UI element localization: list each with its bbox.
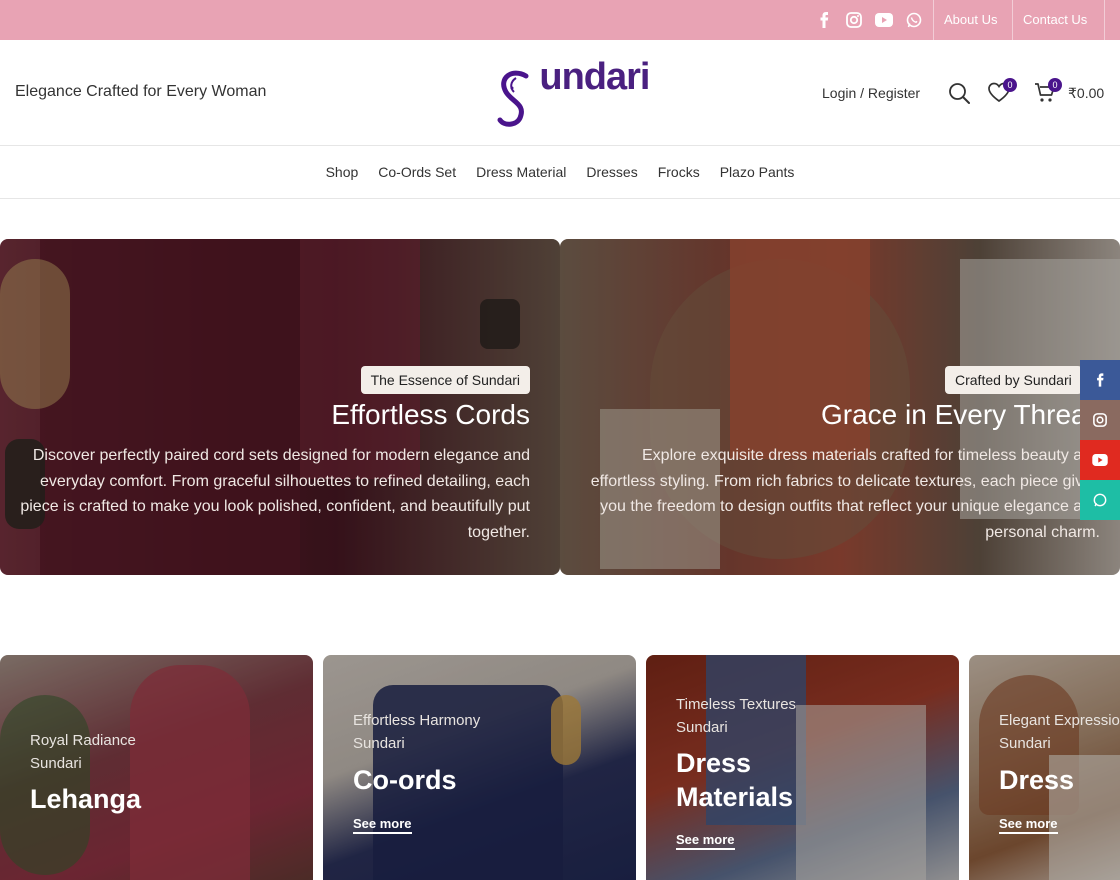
card-title: Dress — [999, 765, 1075, 795]
float-whatsapp-icon[interactable] — [1080, 480, 1120, 520]
youtube-icon[interactable] — [874, 10, 894, 30]
float-facebook-icon[interactable] — [1080, 360, 1120, 400]
login-register-link[interactable]: Login / Register — [822, 40, 920, 146]
banner-title: Grace in Every Thread — [821, 399, 1103, 430]
banner-description: Discover perfectly paired cord sets desi… — [20, 447, 530, 541]
float-instagram-icon[interactable] — [1080, 400, 1120, 440]
banner-tag: The Essence of Sundari — [360, 366, 530, 394]
category-card-dress-materials[interactable]: Timeless Textures Sundari Dress Material… — [646, 655, 959, 880]
cart-count-badge: 0 — [1048, 78, 1062, 92]
category-card-dress[interactable]: Elegant Expression Sundari Dress See mor… — [969, 655, 1120, 880]
nav-item-plazo-pants[interactable]: Plazo Pants — [720, 164, 795, 180]
category-card-co-ords[interactable]: Effortless Harmony Sundari Co-ords See m… — [323, 655, 636, 880]
search-icon[interactable] — [948, 82, 970, 104]
contact-us-link[interactable]: Contact Us — [1023, 0, 1087, 40]
card-brand: Sundari — [30, 755, 82, 772]
top-social-links — [814, 0, 924, 40]
nav-item-shop[interactable]: Shop — [326, 164, 359, 180]
card-subtitle: Elegant Expression — [999, 712, 1120, 729]
wishlist-count-badge: 0 — [1003, 78, 1017, 92]
divider — [933, 0, 934, 40]
card-subtitle: Timeless Textures — [676, 696, 797, 713]
see-more-link[interactable]: See more — [676, 832, 735, 850]
card-title: Lehanga — [30, 784, 142, 814]
card-brand: Sundari — [353, 735, 405, 752]
site-header: Elegance Crafted for Every Woman Sundari… — [0, 40, 1120, 146]
cart-total[interactable]: ₹0.00 — [1068, 40, 1104, 146]
whatsapp-icon[interactable] — [904, 10, 924, 30]
see-more-link[interactable]: See more — [999, 816, 1058, 834]
divider — [1104, 0, 1105, 40]
card-subtitle: Effortless Harmony — [353, 712, 481, 729]
about-us-link[interactable]: About Us — [944, 0, 997, 40]
card-brand: Sundari — [676, 719, 728, 736]
banner-tag: Crafted by Sundari — [945, 366, 1082, 394]
header-tagline: Elegance Crafted for Every Woman — [15, 83, 267, 100]
card-brand: Sundari — [999, 735, 1051, 752]
main-navigation: Shop Co-Ords Set Dress Material Dresses … — [0, 146, 1120, 199]
banner-description: Explore exquisite dress materials crafte… — [590, 447, 1100, 541]
facebook-icon[interactable] — [814, 10, 834, 30]
card-title-line1: Dress — [676, 748, 752, 778]
float-youtube-icon[interactable] — [1080, 440, 1120, 480]
instagram-icon[interactable] — [844, 10, 864, 30]
hero-banner-cords[interactable]: The Essence of Sundari Effortless Cords … — [0, 239, 560, 575]
card-title: Co-ords — [353, 765, 457, 795]
divider — [1012, 0, 1013, 40]
card-subtitle: Royal Radiance — [30, 732, 136, 749]
banner-title: Effortless Cords — [331, 399, 530, 430]
nav-item-co-ords-set[interactable]: Co-Ords Set — [378, 164, 456, 180]
card-title-line2: Materials — [676, 782, 794, 812]
logo-wordmark: Sundari — [539, 56, 650, 98]
category-card-lehanga[interactable]: Royal Radiance Sundari Lehanga — [0, 655, 313, 880]
nav-item-dress-material[interactable]: Dress Material — [476, 164, 566, 180]
nav-item-dresses[interactable]: Dresses — [586, 164, 637, 180]
hero-banner-dress-material[interactable]: Crafted by Sundari Grace in Every Thread… — [560, 239, 1120, 575]
nav-item-frocks[interactable]: Frocks — [658, 164, 700, 180]
see-more-link[interactable]: See more — [353, 816, 412, 834]
top-bar: About Us Contact Us — [0, 0, 1120, 40]
